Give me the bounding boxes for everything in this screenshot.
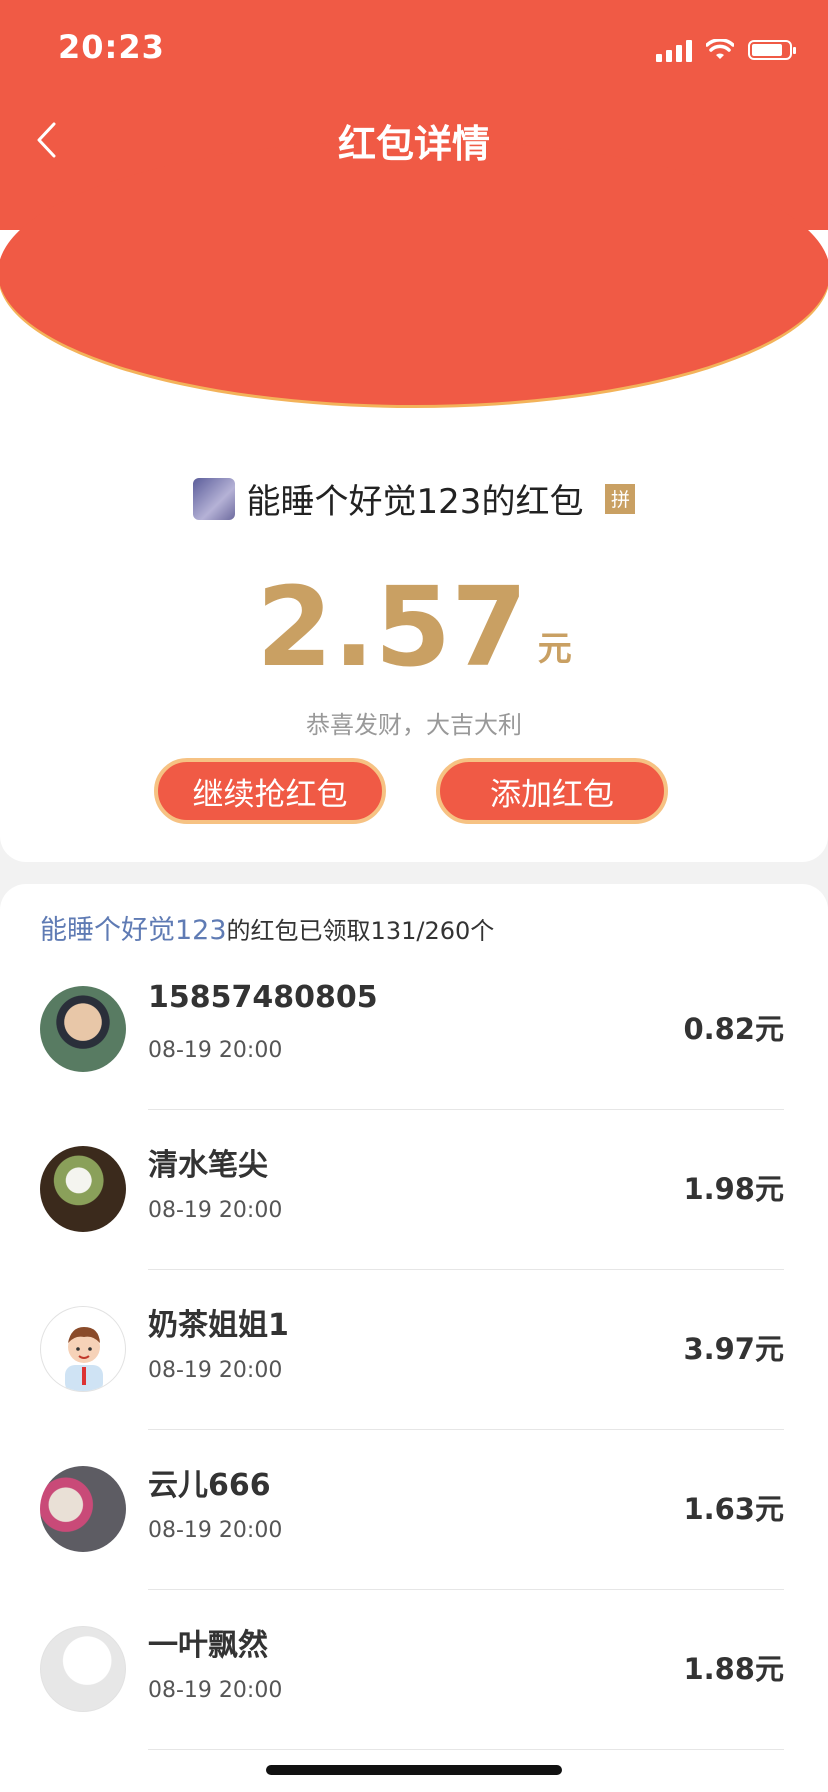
record-name: 云儿666 — [148, 1468, 271, 1503]
add-red-packet-button[interactable]: 添加红包 — [436, 758, 668, 824]
battery-icon — [748, 40, 796, 60]
record-amount: 1.63元 — [683, 1492, 784, 1526]
sender-avatar — [192, 477, 235, 520]
record-time: 08-19 20:00 — [148, 1038, 283, 1063]
record-name: 15857480805 — [148, 980, 378, 1015]
amount-value: 2.57 — [256, 563, 528, 691]
divider — [148, 1749, 784, 1750]
record-name: 清水笔尖 — [148, 1148, 268, 1183]
record-amount: 1.98元 — [683, 1172, 784, 1206]
avatar — [40, 986, 126, 1072]
packet-sender-row: 能睡个好觉123的红包 拼 — [0, 474, 828, 523]
avatar — [40, 1306, 126, 1392]
record-name: 奶茶姐姐1 — [148, 1308, 289, 1343]
avatar — [40, 1146, 126, 1232]
summary-text: 的红包已领取131/260个 — [226, 917, 495, 945]
page-title: 红包详情 — [337, 122, 490, 166]
received-amount: 2.57 元 — [0, 572, 828, 682]
status-icons — [656, 36, 796, 64]
amount-unit: 元 — [537, 629, 572, 669]
record-time: 08-19 20:00 — [148, 1198, 283, 1223]
list-item[interactable]: 奶茶姐姐1 08-19 20:00 3.97元 — [0, 1270, 828, 1430]
record-name: 一叶飘然 — [148, 1628, 268, 1663]
header-arc — [0, 140, 828, 405]
avatar — [40, 1626, 126, 1712]
blessing-text: 恭喜发财，大吉大利 — [306, 711, 522, 739]
cellular-signal-icon — [656, 38, 692, 62]
record-amount: 0.82元 — [683, 1012, 784, 1046]
claim-summary: 能睡个好觉123的红包已领取131/260个 — [40, 908, 494, 947]
group-badge: 拼 — [605, 483, 636, 514]
record-time: 08-19 20:00 — [148, 1358, 283, 1383]
records-list: 能睡个好觉123的红包已领取131/260个 15857480805 08-19… — [0, 884, 828, 1792]
record-time: 08-19 20:00 — [148, 1518, 283, 1543]
wifi-icon — [706, 39, 734, 59]
record-amount: 1.88元 — [683, 1652, 784, 1686]
summary-sender-link[interactable]: 能睡个好觉123 — [40, 915, 227, 946]
avatar — [40, 1466, 126, 1552]
record-time: 08-19 20:00 — [148, 1678, 283, 1703]
packet-title: 能睡个好觉123的红包 — [246, 482, 584, 522]
list-item[interactable]: 云儿666 08-19 20:00 1.63元 — [0, 1430, 828, 1590]
list-item[interactable]: 一叶飘然 08-19 20:00 1.88元 — [0, 1590, 828, 1750]
cartoon-avatar-icon — [65, 1327, 103, 1391]
list-item[interactable]: 15857480805 08-19 20:00 0.82元 — [0, 950, 828, 1110]
red-packet-detail-page: 20:23 红包详情 能睡个好觉123的红包 拼 2.57 元 恭喜发财，大吉大… — [0, 0, 828, 1792]
list-item[interactable]: 清水笔尖 08-19 20:00 1.98元 — [0, 1110, 828, 1270]
record-amount: 3.97元 — [683, 1332, 784, 1366]
status-time: 20:23 — [58, 28, 165, 66]
home-indicator[interactable] — [266, 1765, 562, 1775]
continue-grab-button[interactable]: 继续抢红包 — [154, 758, 386, 824]
